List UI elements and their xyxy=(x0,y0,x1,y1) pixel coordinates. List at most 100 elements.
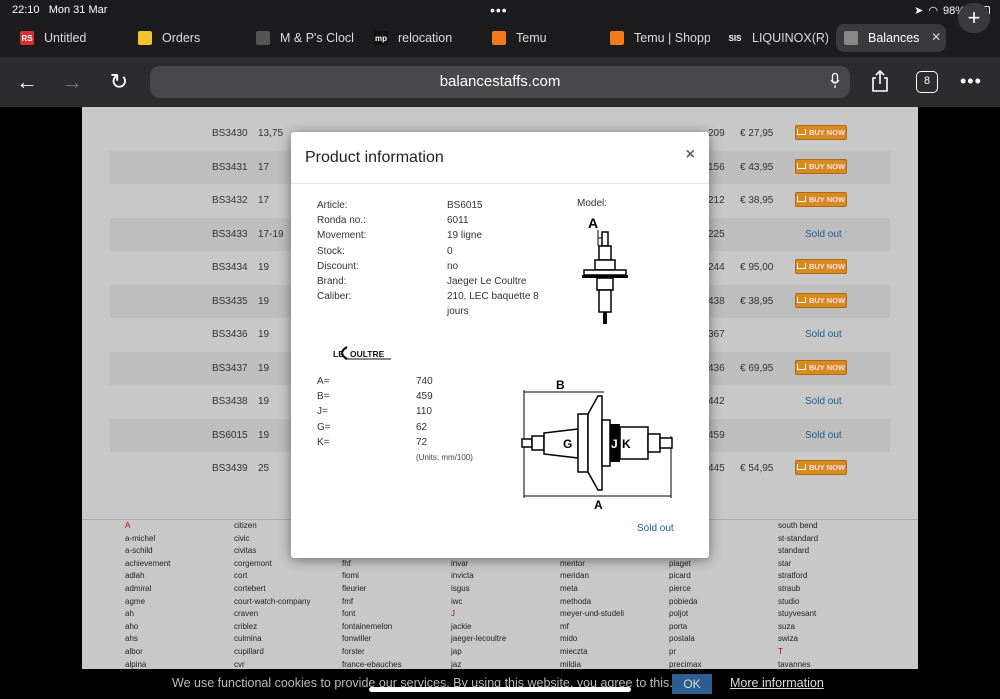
brand-link[interactable]: poljot xyxy=(669,608,701,621)
brand-link[interactable]: mildia xyxy=(560,659,624,669)
brand-link[interactable]: jap xyxy=(451,646,506,659)
close-icon[interactable]: × xyxy=(686,146,695,164)
brand-link[interactable]: font xyxy=(342,608,402,621)
brand-link[interactable]: meridan xyxy=(560,570,624,583)
brand-link[interactable]: iwc xyxy=(451,596,506,609)
brand-link[interactable]: culmina xyxy=(234,633,310,646)
brand-link[interactable]: south bend xyxy=(778,520,818,533)
tab-close-icon[interactable]: × xyxy=(931,29,940,47)
buy-now-button[interactable]: BUY NOW xyxy=(795,359,847,375)
brand-link[interactable]: aho xyxy=(125,621,170,634)
buy-now-button[interactable]: BUY NOW xyxy=(795,259,847,274)
brand-link[interactable]: stuyvesant xyxy=(778,608,818,621)
brand-link[interactable]: a-schild xyxy=(125,545,170,558)
tab-2[interactable]: M & P's Clocl xyxy=(256,24,356,52)
tab-overview-button[interactable]: 8 xyxy=(916,71,938,93)
brand-link[interactable]: pierce xyxy=(669,583,701,596)
tab-1[interactable]: Orders xyxy=(138,24,238,52)
more-menu-button[interactable]: ••• xyxy=(960,71,982,92)
brand-column: Aa-michel a-schild achievement adlah admiral… xyxy=(125,520,170,669)
brand-link[interactable]: alpina xyxy=(125,659,170,669)
multitask-dots[interactable]: ••• xyxy=(490,2,508,18)
brand-link[interactable]: fiomi xyxy=(342,570,402,583)
brand-link[interactable]: isgus xyxy=(451,583,506,596)
tab-6[interactable]: SIS LIQUINOX(R) xyxy=(728,24,828,52)
brand-link[interactable]: meta xyxy=(560,583,624,596)
tab-3[interactable]: mp relocation xyxy=(374,24,474,52)
brand-link[interactable]: pr xyxy=(669,646,701,659)
tab-favicon-icon: RS xyxy=(20,31,34,45)
tab-0[interactable]: RS Untitled xyxy=(20,24,120,52)
brand-link[interactable]: swiza xyxy=(778,633,818,646)
buy-now-button[interactable]: BUY NOW xyxy=(795,125,847,140)
cookie-ok-button[interactable]: OK xyxy=(672,674,712,694)
brand-link[interactable]: jaz xyxy=(451,659,506,669)
brand-link[interactable]: straub xyxy=(778,583,818,596)
brand-link[interactable]: court-watch-company xyxy=(234,596,310,609)
brand-link[interactable]: admiral xyxy=(125,583,170,596)
brand-link[interactable]: ahs xyxy=(125,633,170,646)
share-icon[interactable] xyxy=(870,69,890,93)
brand-link[interactable]: fonwiller xyxy=(342,633,402,646)
buy-now-button[interactable]: BUY NOW xyxy=(795,192,847,207)
brand-link[interactable]: suza xyxy=(778,621,818,634)
brand-link[interactable]: fmf xyxy=(342,596,402,609)
brand-link[interactable]: invar xyxy=(451,558,506,571)
brand-link[interactable]: mido xyxy=(560,633,624,646)
home-indicator[interactable] xyxy=(369,687,631,692)
brand-link[interactable]: cvr xyxy=(234,659,310,669)
buy-now-button[interactable]: BUY NOW xyxy=(795,460,847,475)
buy-now-button[interactable]: BUY NOW xyxy=(795,158,847,174)
tab-5[interactable]: Temu | Shopp xyxy=(610,24,710,52)
brand-link[interactable]: cupillard xyxy=(234,646,310,659)
brand-link[interactable]: craven xyxy=(234,608,310,621)
brand-link[interactable]: fontainemelon xyxy=(342,621,402,634)
brand-link[interactable]: fhf xyxy=(342,558,402,571)
new-tab-button[interactable]: + xyxy=(958,3,990,33)
brand-link[interactable]: jaeger-lecoultre xyxy=(451,633,506,646)
brand-link[interactable]: criblez xyxy=(234,621,310,634)
tab-7[interactable]: Balances × xyxy=(836,24,946,52)
brand-link[interactable]: st-standard xyxy=(778,533,818,546)
reload-button[interactable]: ↻ xyxy=(106,69,132,95)
brand-link[interactable]: pobieda xyxy=(669,596,701,609)
brand-link[interactable]: methoda xyxy=(560,596,624,609)
forward-button[interactable]: → xyxy=(59,69,85,95)
brand-link[interactable]: achievement xyxy=(125,558,170,571)
address-bar[interactable]: balancestaffs.com xyxy=(150,66,850,98)
brand-link[interactable]: precimax xyxy=(669,659,701,669)
brand-link[interactable]: corgemont xyxy=(234,558,310,571)
brand-link[interactable]: mentor xyxy=(560,558,624,571)
brand-link[interactable]: mieczta xyxy=(560,646,624,659)
brand-link[interactable]: meyer-und-studeli xyxy=(560,608,624,621)
modal-sold-out[interactable]: Sold out xyxy=(637,523,674,534)
buy-now-button[interactable]: BUY NOW xyxy=(795,292,847,308)
brand-link[interactable]: porta xyxy=(669,621,701,634)
brand-link[interactable]: ah xyxy=(125,608,170,621)
brand-link[interactable]: agme xyxy=(125,596,170,609)
tab-4[interactable]: Temu xyxy=(492,24,592,52)
brand-link[interactable]: picard xyxy=(669,570,701,583)
back-button[interactable]: ← xyxy=(14,69,40,95)
brand-link[interactable]: star xyxy=(778,558,818,571)
brand-link[interactable]: mf xyxy=(560,621,624,634)
brand-link[interactable]: albor xyxy=(125,646,170,659)
brand-link[interactable]: fleurier xyxy=(342,583,402,596)
brand-link[interactable]: studio xyxy=(778,596,818,609)
brand-link[interactable]: adlah xyxy=(125,570,170,583)
brand-link[interactable]: cortebert xyxy=(234,583,310,596)
brand-link[interactable]: tavannes xyxy=(778,659,818,669)
brand-link[interactable]: cort xyxy=(234,570,310,583)
brand-link[interactable]: france-ebauches xyxy=(342,659,402,669)
microphone-icon[interactable] xyxy=(830,73,840,89)
brand-link[interactable]: postala xyxy=(669,633,701,646)
brand-link[interactable]: jackie xyxy=(451,621,506,634)
brand-link[interactable]: forster xyxy=(342,646,402,659)
brand-link[interactable]: standard xyxy=(778,545,818,558)
brand-link[interactable]: invicta xyxy=(451,570,506,583)
cookie-more-info-link[interactable]: More information xyxy=(730,676,824,690)
brand-link[interactable]: stratford xyxy=(778,570,818,583)
brand-link[interactable]: piaget xyxy=(669,558,701,571)
brand-link[interactable]: a-michel xyxy=(125,533,170,546)
tab-favicon-icon xyxy=(256,31,270,45)
